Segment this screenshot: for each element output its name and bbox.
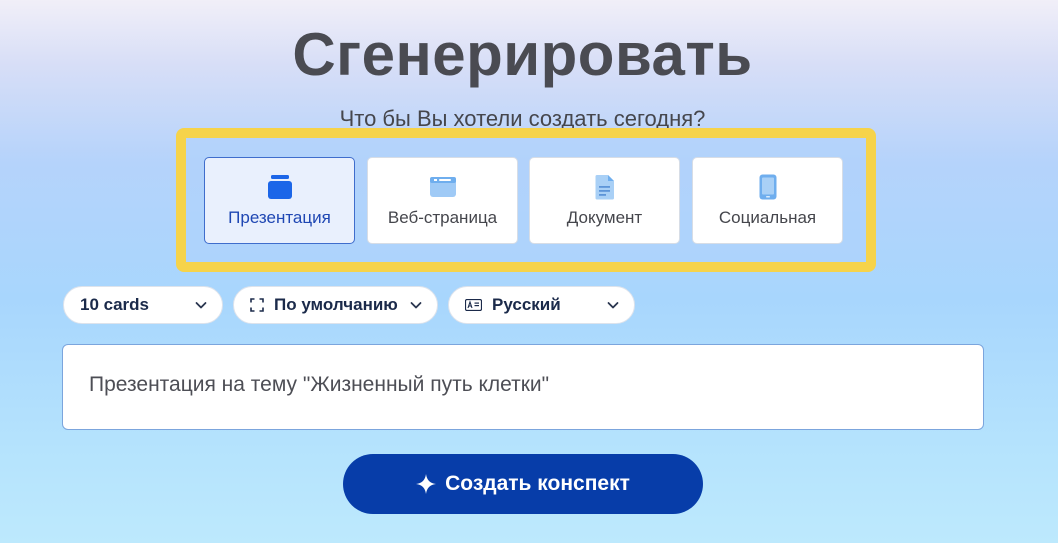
language-icon — [465, 299, 482, 311]
page-title: Сгенерировать — [292, 21, 753, 88]
language-dropdown[interactable]: Русский — [448, 286, 635, 324]
sparkle-icon — [416, 474, 437, 497]
browser-window-icon — [429, 174, 456, 200]
language-value: Русский — [492, 295, 561, 314]
type-card-document[interactable]: Документ — [529, 157, 680, 244]
create-outline-button[interactable]: Создать конспект — [343, 454, 703, 514]
type-card-presentation[interactable]: Презентация — [204, 157, 355, 244]
create-outline-label: Создать конспект — [445, 472, 630, 495]
chevron-down-icon — [409, 298, 423, 317]
phone-icon — [759, 174, 777, 200]
chevron-down-icon — [194, 298, 208, 317]
type-card-label: Презентация — [228, 208, 331, 227]
cards-count-value: 10 cards — [80, 295, 149, 314]
type-card-label: Документ — [566, 208, 643, 227]
prompt-value: Презентация на тему "Жизненный путь клет… — [89, 373, 550, 396]
cards-count-dropdown[interactable]: 10 cards — [63, 286, 223, 324]
format-value: По умолчанию — [274, 295, 398, 314]
aspect-ratio-icon — [250, 298, 264, 312]
type-card-social[interactable]: Социальная — [692, 157, 843, 244]
chevron-down-icon — [606, 298, 620, 317]
prompt-input[interactable]: Презентация на тему "Жизненный путь клет… — [62, 344, 984, 430]
type-card-label: Социальная — [718, 208, 817, 227]
type-card-label: Веб-страница — [387, 208, 498, 227]
stack-cards-icon — [267, 174, 293, 200]
type-card-webpage[interactable]: Веб-страница — [367, 157, 518, 244]
format-dropdown[interactable]: По умолчанию — [233, 286, 438, 324]
document-icon — [595, 174, 615, 200]
